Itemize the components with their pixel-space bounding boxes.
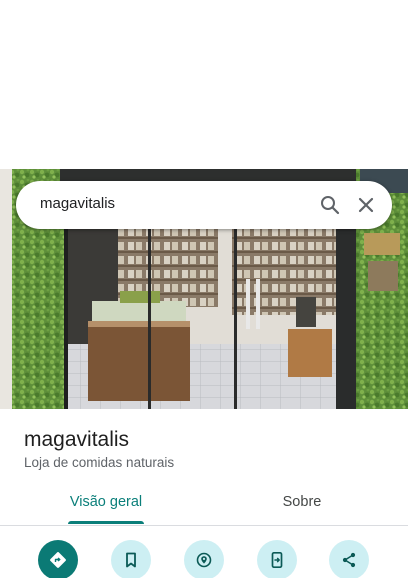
- send-to-phone-icon: [271, 551, 283, 569]
- tab-about[interactable]: Sobre: [250, 482, 354, 526]
- action-buttons: [0, 540, 408, 578]
- directions-icon: [50, 552, 66, 568]
- close-icon[interactable]: [354, 193, 378, 217]
- save-button[interactable]: [111, 540, 151, 578]
- tab-selected-indicator: [68, 521, 144, 524]
- search-icon[interactable]: [318, 193, 342, 217]
- search-bar[interactable]: magavitalis: [16, 181, 392, 229]
- nearby-button[interactable]: [184, 540, 224, 578]
- directions-button[interactable]: [38, 540, 78, 578]
- tab-overview[interactable]: Visão geral: [54, 482, 158, 526]
- nearby-icon: [196, 552, 212, 568]
- save-bookmark-icon: [126, 552, 136, 568]
- send-to-phone-button[interactable]: [257, 540, 297, 578]
- place-tabs: Visão geral Sobre: [0, 482, 408, 526]
- place-category: Loja de comidas naturais: [24, 455, 175, 470]
- place-title: magavitalis: [24, 428, 130, 451]
- share-icon: [342, 552, 356, 568]
- share-button[interactable]: [329, 540, 369, 578]
- map-blank-area: [0, 0, 408, 169]
- search-input[interactable]: magavitalis: [40, 195, 115, 212]
